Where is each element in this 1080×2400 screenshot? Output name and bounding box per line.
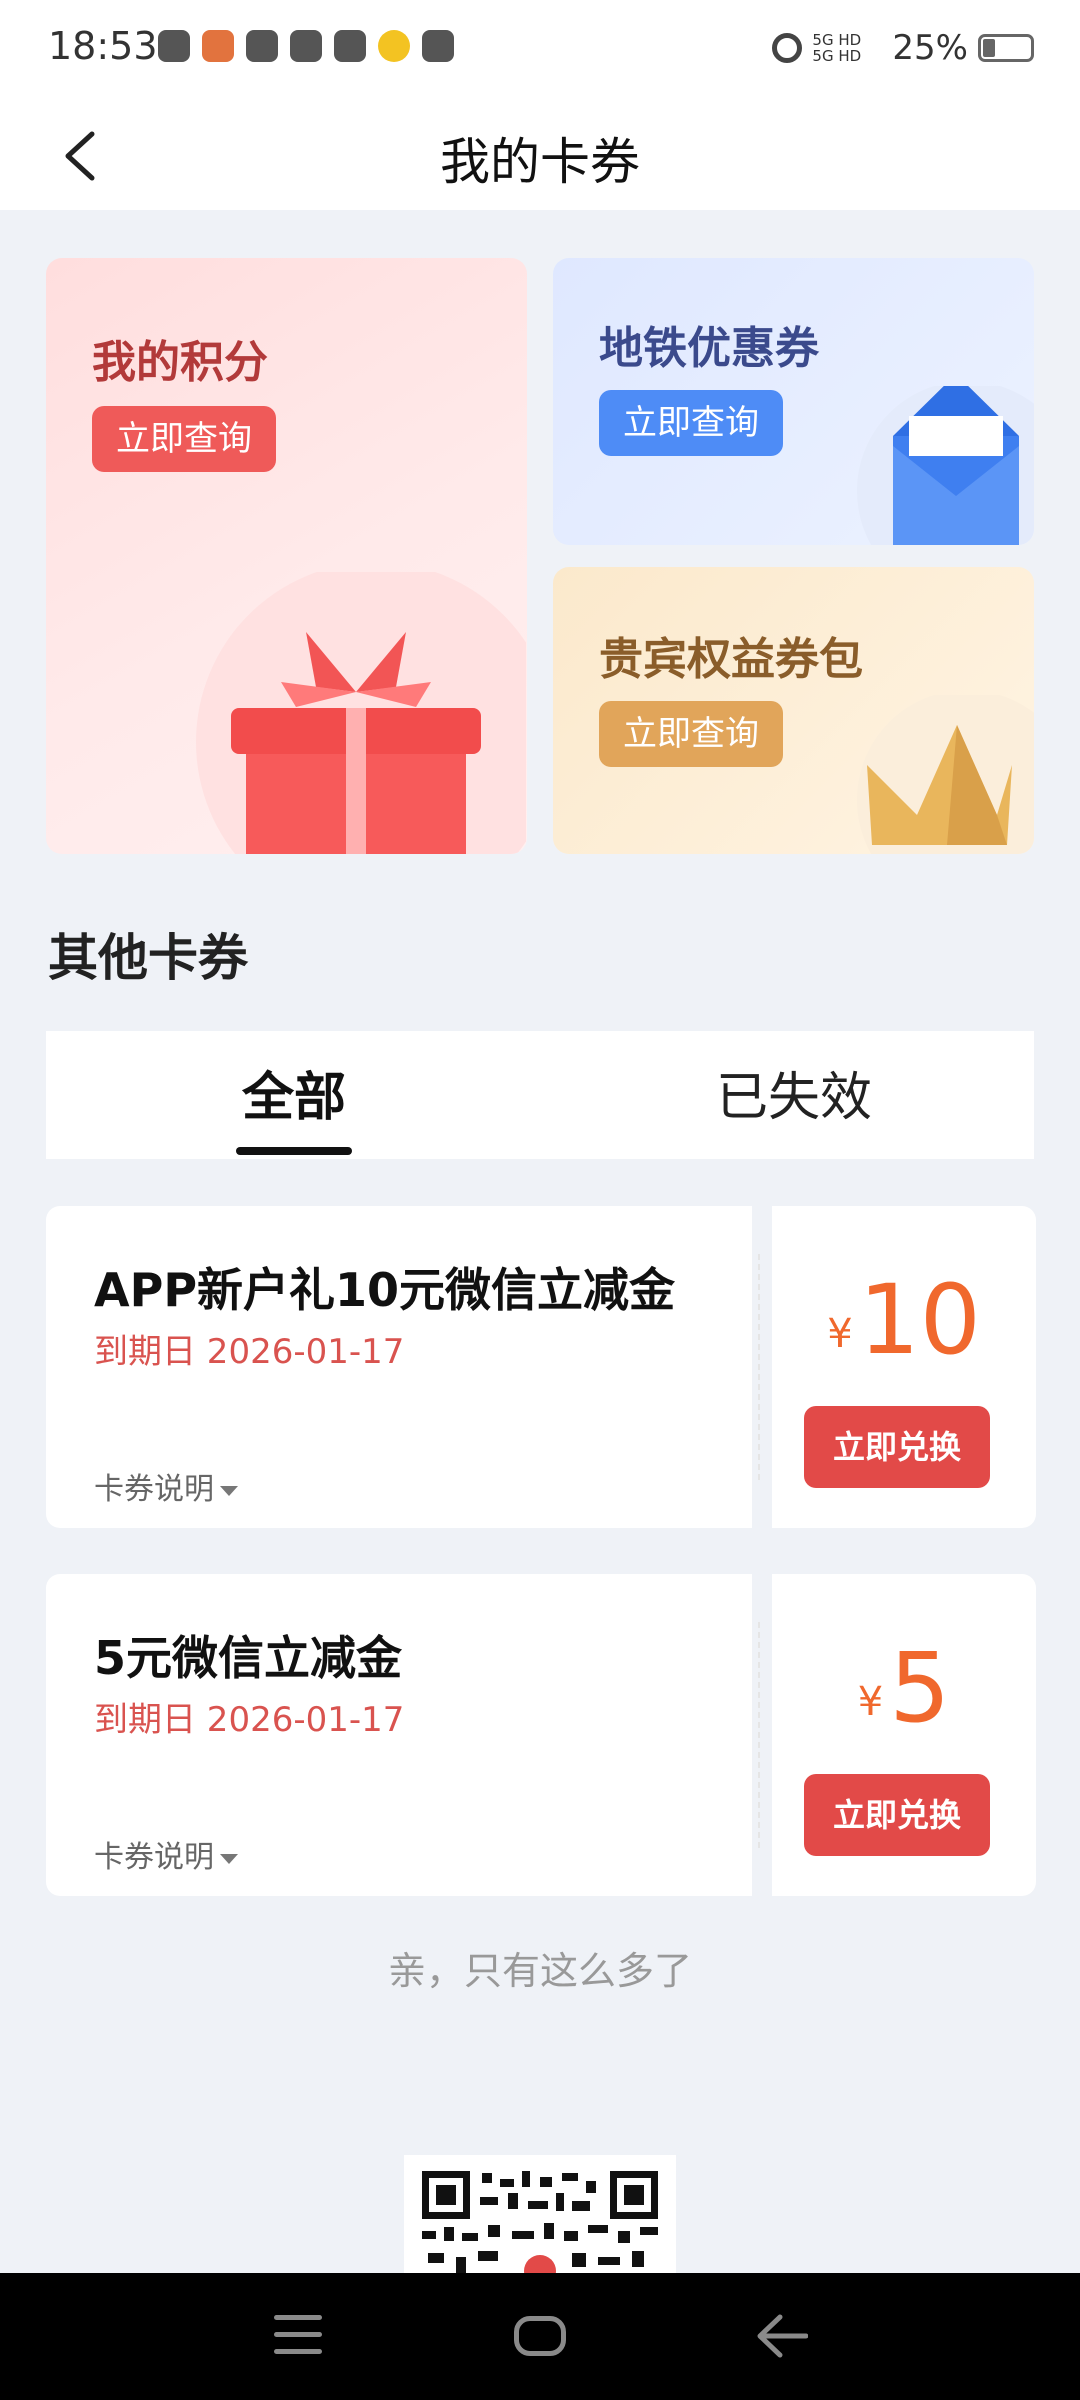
coupon-expiry: 到期日 2026-01-17 xyxy=(94,1700,405,1740)
amount-value: 5 xyxy=(889,1632,951,1744)
qr-code-icon xyxy=(422,2171,658,2275)
active-tab-indicator xyxy=(236,1147,352,1155)
wechat-icon xyxy=(422,30,454,62)
nav-back-icon[interactable] xyxy=(756,2313,808,2359)
network-indicator: 5G HD 5G HD xyxy=(812,31,862,65)
card-icon xyxy=(290,30,322,62)
vip-package-card[interactable]: 贵宾权益券包 立即查询 xyxy=(553,567,1034,854)
tab-all[interactable]: 全部 xyxy=(242,1055,346,1130)
alarm-icon xyxy=(772,33,803,63)
metro-query-button[interactable]: 立即查询 xyxy=(599,390,783,456)
notch xyxy=(752,1886,772,1906)
coupon-desc-label: 卡券说明 xyxy=(94,1840,214,1875)
coupon-expiry: 到期日 2026-01-17 xyxy=(94,1332,405,1372)
menu-icon[interactable] xyxy=(274,2315,322,2355)
coupon-info: 5元微信立减金 到期日 2026-01-17 卡券说明 xyxy=(46,1574,752,1896)
coupon-desc-toggle[interactable]: 卡券说明 xyxy=(94,1832,238,1876)
notch xyxy=(752,1518,772,1538)
currency-symbol: ¥ xyxy=(857,1679,884,1725)
vip-card-title: 贵宾权益券包 xyxy=(599,634,863,685)
notch xyxy=(752,1196,772,1216)
redeem-button[interactable]: 立即兑换 xyxy=(804,1406,990,1488)
points-card-title: 我的积分 xyxy=(92,337,268,388)
metro-coupon-card[interactable]: 地铁优惠券 立即查询 xyxy=(553,258,1034,545)
currency-symbol: ¥ xyxy=(827,1311,853,1357)
coupon-tabs: 全部 已失效 xyxy=(46,1031,1034,1159)
points-query-button[interactable]: 立即查询 xyxy=(92,406,276,472)
divider xyxy=(758,1622,760,1848)
coupon-desc-label: 卡券说明 xyxy=(94,1472,214,1507)
coupon-info: APP新户礼10元微信立减金 到期日 2026-01-17 卡券说明 xyxy=(46,1206,752,1528)
coupon-item: APP新户礼10元微信立减金 到期日 2026-01-17 卡券说明 ¥10 立… xyxy=(46,1196,1036,1538)
notification-icons xyxy=(158,30,454,62)
coin-icon xyxy=(378,30,410,62)
status-time: 18:53 xyxy=(48,24,158,68)
page-title: 我的卡券 xyxy=(440,133,640,191)
notch xyxy=(752,1564,772,1584)
tab-expired[interactable]: 已失效 xyxy=(716,1055,872,1130)
caret-down-icon xyxy=(220,1485,238,1496)
battery-text: 25% xyxy=(892,28,968,68)
metro-card-title: 地铁优惠券 xyxy=(599,323,819,374)
page-header: 我的卡券 xyxy=(0,100,1080,210)
status-right: 5G HD 5G HD 25% xyxy=(772,28,1034,68)
coupon-amount: ¥10 xyxy=(772,1264,1036,1376)
battery-icon xyxy=(978,34,1034,62)
qr-code[interactable] xyxy=(404,2155,676,2275)
points-card[interactable]: 我的积分 立即查询 xyxy=(46,258,527,854)
divider xyxy=(758,1254,760,1480)
section-title: 其他卡券 xyxy=(48,929,248,987)
redeem-button[interactable]: 立即兑换 xyxy=(804,1774,990,1856)
coupon-action: ¥10 立即兑换 xyxy=(772,1206,1036,1528)
system-nav-bar xyxy=(0,2273,1080,2400)
gift-icon xyxy=(196,572,526,854)
amount-value: 10 xyxy=(858,1264,981,1376)
vip-query-button[interactable]: 立即查询 xyxy=(599,701,783,767)
coupon-name: 5元微信立减金 xyxy=(94,1631,403,1685)
music-icon xyxy=(246,30,278,62)
status-bar: 18:53 5G HD 5G HD 25% xyxy=(0,0,1080,100)
coupon-amount: ¥5 xyxy=(772,1632,1036,1744)
home-icon[interactable] xyxy=(514,2316,566,2356)
coupon-action: ¥5 立即兑换 xyxy=(772,1574,1036,1896)
coupon-item: 5元微信立减金 到期日 2026-01-17 卡券说明 ¥5 立即兑换 xyxy=(46,1564,1036,1906)
alipay-icon xyxy=(334,30,366,62)
coupon-name: APP新户礼10元微信立减金 xyxy=(94,1263,676,1317)
envelope-icon xyxy=(857,386,1034,545)
app-icon xyxy=(202,30,234,62)
crown-icon xyxy=(857,695,1034,854)
message-icon xyxy=(158,30,190,62)
caret-down-icon xyxy=(220,1853,238,1864)
end-of-list-text: 亲，只有这么多了 xyxy=(387,1949,692,1993)
coupon-desc-toggle[interactable]: 卡券说明 xyxy=(94,1464,238,1508)
